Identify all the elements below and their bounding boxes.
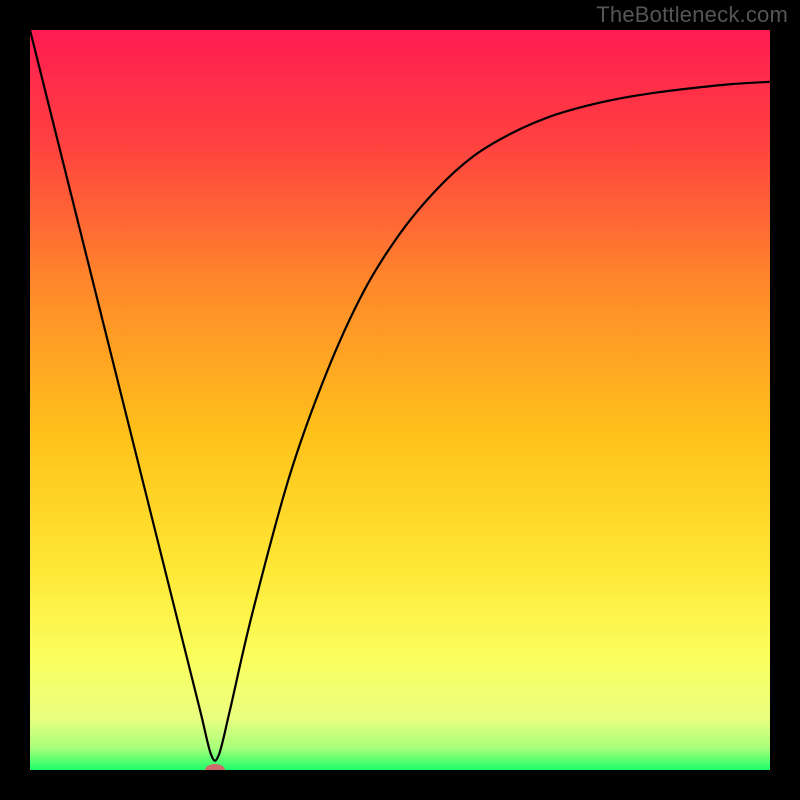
gradient-background [30, 30, 770, 770]
bottleneck-chart [30, 30, 770, 770]
chart-frame: TheBottleneck.com [0, 0, 800, 800]
watermark-text: TheBottleneck.com [596, 2, 788, 28]
